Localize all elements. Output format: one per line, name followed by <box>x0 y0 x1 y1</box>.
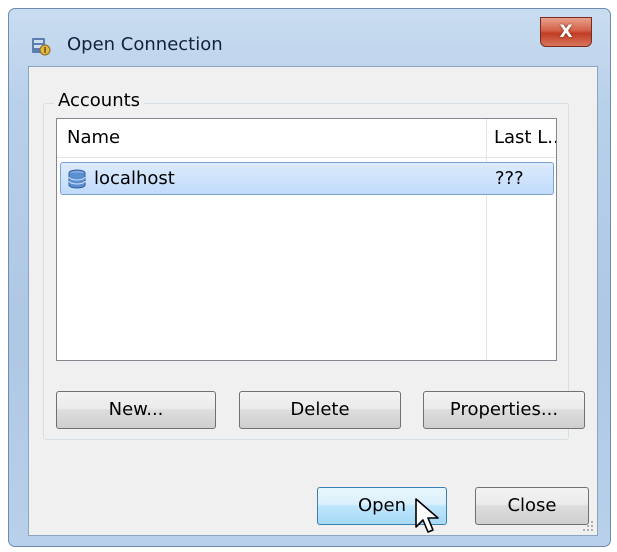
mouse-pointer-icon <box>415 498 439 533</box>
new-button[interactable]: New... <box>56 391 216 429</box>
delete-button[interactable]: Delete <box>239 391 401 429</box>
connection-icon <box>32 38 51 56</box>
list-item-localhost[interactable]: localhost ??? <box>60 162 554 195</box>
close-button[interactable]: Close <box>475 487 589 525</box>
database-icon <box>68 169 86 189</box>
accounts-groupbox: Accounts Name Last L... localhost ??? <box>43 90 585 440</box>
list-header: Name Last L... <box>57 119 556 158</box>
column-header-name[interactable]: Name <box>67 119 477 157</box>
dialog-client-area: Accounts Name Last L... localhost ??? <box>28 66 598 536</box>
resize-grip-icon[interactable] <box>581 519 595 533</box>
accounts-group-label: Accounts <box>54 90 145 111</box>
close-icon: X <box>559 22 573 42</box>
account-last-login: ??? <box>495 168 524 189</box>
properties-button[interactable]: Properties... <box>423 391 585 429</box>
open-connection-dialog: Open Connection X Accounts Name Last L..… <box>8 8 611 547</box>
window-title: Open Connection <box>67 34 223 55</box>
title-bar[interactable]: Open Connection X <box>9 9 610 67</box>
column-header-last-login[interactable]: Last L... <box>494 119 556 157</box>
accounts-list[interactable]: Name Last L... localhost ??? <box>56 118 557 361</box>
window-close-button[interactable]: X <box>540 17 592 47</box>
account-name: localhost <box>94 168 175 189</box>
